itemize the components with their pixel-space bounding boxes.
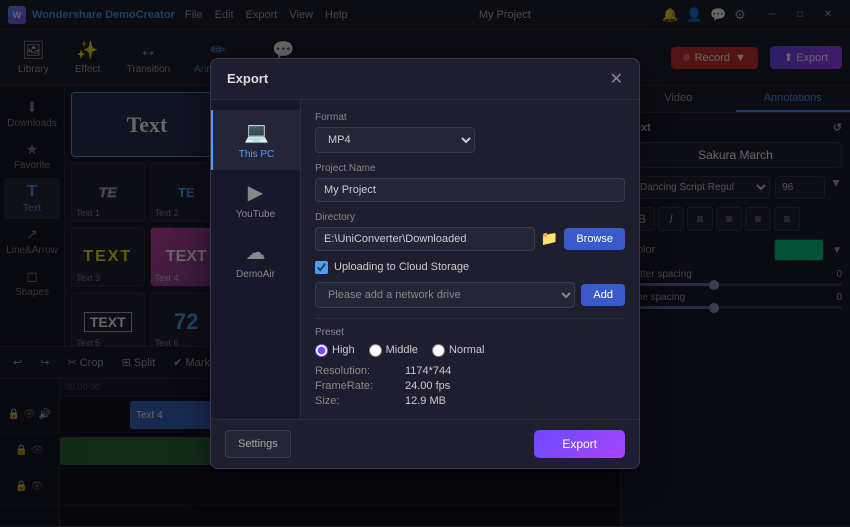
framerate-value: 24.00 fps: [405, 380, 625, 392]
cloud-label: Uploading to Cloud Storage: [334, 261, 469, 273]
format-select[interactable]: MP4 AVI MOV: [315, 127, 475, 153]
preset-normal[interactable]: Normal: [432, 344, 484, 357]
preset-high-label: High: [332, 344, 355, 356]
preset-high[interactable]: High: [315, 344, 355, 357]
network-row: Please add a network drive Add: [315, 282, 625, 308]
add-button[interactable]: Add: [581, 284, 625, 306]
resolution-value: 1174*744: [405, 365, 625, 377]
youtube-icon: ▶: [248, 180, 263, 205]
modal-close-button[interactable]: ✕: [610, 69, 623, 89]
modal-sidebar-this-pc[interactable]: 💻 This PC: [211, 110, 300, 170]
export-main-button[interactable]: Export: [534, 430, 625, 458]
directory-group: Directory 📁 Browse: [315, 212, 625, 251]
project-name-group: Project Name: [315, 163, 625, 202]
settings-button[interactable]: Settings: [225, 430, 291, 458]
directory-label: Directory: [315, 212, 625, 223]
framerate-label: FrameRate:: [315, 380, 405, 392]
format-group: Format MP4 AVI MOV: [315, 112, 625, 153]
export-modal: Export ✕ 💻 This PC ▶ YouTube ☁ DemoAir: [210, 58, 640, 469]
modal-sidebar-demoair[interactable]: ☁ DemoAir: [211, 230, 300, 290]
youtube-label: YouTube: [236, 209, 275, 220]
format-label: Format: [315, 112, 625, 123]
modal-overlay: Export ✕ 💻 This PC ▶ YouTube ☁ DemoAir: [0, 0, 850, 526]
project-name-label: Project Name: [315, 163, 625, 174]
modal-form: Format MP4 AVI MOV Project Name Director…: [301, 100, 639, 419]
modal-sidebar-youtube[interactable]: ▶ YouTube: [211, 170, 300, 230]
demoair-label: DemoAir: [236, 269, 275, 280]
directory-row: 📁 Browse: [315, 227, 625, 251]
modal-body: 💻 This PC ▶ YouTube ☁ DemoAir Format MP4: [211, 100, 639, 419]
demoair-icon: ☁: [246, 240, 266, 265]
modal-sidebar: 💻 This PC ▶ YouTube ☁ DemoAir: [211, 100, 301, 419]
preset-normal-radio[interactable]: [432, 344, 445, 357]
modal-footer: Settings Export: [211, 419, 639, 468]
preset-middle[interactable]: Middle: [369, 344, 418, 357]
this-pc-icon: 💻: [244, 120, 269, 145]
modal-header: Export ✕: [211, 59, 639, 100]
preset-middle-radio[interactable]: [369, 344, 382, 357]
project-name-input[interactable]: [315, 178, 625, 202]
size-label: Size:: [315, 395, 405, 407]
preset-normal-label: Normal: [449, 344, 484, 356]
browse-button[interactable]: Browse: [564, 228, 625, 250]
info-grid: Resolution: 1174*744 FrameRate: 24.00 fp…: [315, 365, 625, 407]
modal-title: Export: [227, 71, 268, 86]
size-value: 12.9 MB: [405, 395, 625, 407]
cloud-checkbox[interactable]: [315, 261, 328, 274]
network-drive-select[interactable]: Please add a network drive: [315, 282, 575, 308]
preset-radios: High Middle Normal: [315, 344, 625, 357]
this-pc-label: This PC: [239, 149, 275, 160]
folder-icon: 📁: [541, 230, 558, 247]
cloud-checkbox-row: Uploading to Cloud Storage: [315, 261, 625, 274]
directory-input[interactable]: [315, 227, 535, 251]
resolution-label: Resolution:: [315, 365, 405, 377]
preset-label: Preset: [315, 327, 625, 338]
preset-high-radio[interactable]: [315, 344, 328, 357]
divider: [315, 318, 625, 319]
preset-middle-label: Middle: [386, 344, 418, 356]
